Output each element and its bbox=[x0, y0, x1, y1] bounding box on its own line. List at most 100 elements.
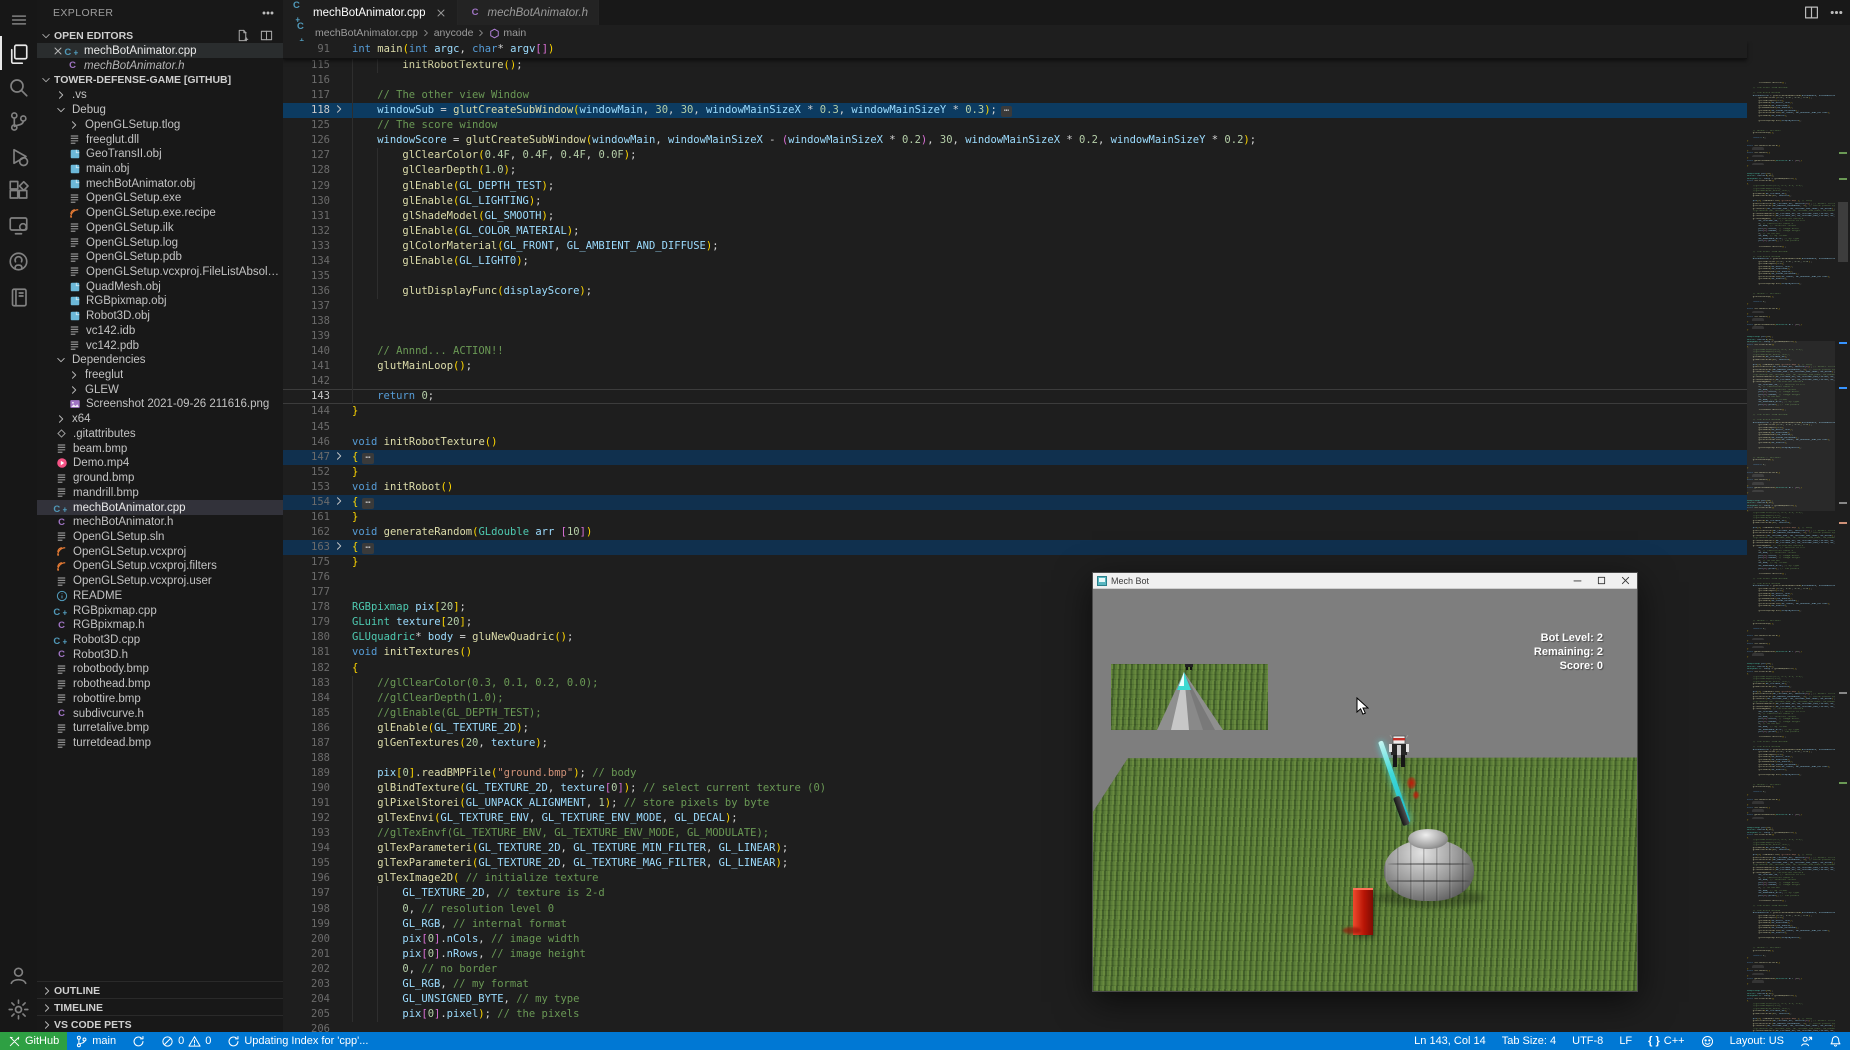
code-line[interactable]: 136glutDisplayFunc(displayScore); bbox=[283, 284, 1747, 299]
views-and-more-actions-icon[interactable] bbox=[261, 6, 275, 20]
tree-item[interactable]: GeoTransII.obj bbox=[37, 147, 283, 162]
tab-mechBotAnimator.h[interactable]: CmechBotAnimator.h bbox=[458, 0, 600, 25]
tree-item[interactable]: Screenshot 2021-09-26 211616.png bbox=[37, 397, 283, 412]
code-line[interactable]: 129glEnable(GL_DEPTH_TEST); bbox=[283, 179, 1747, 194]
code-line[interactable]: 118windowSub = glutCreateSubWindow(windo… bbox=[283, 103, 1747, 118]
tree-item[interactable]: vc142.pdb bbox=[37, 338, 283, 353]
tree-item[interactable]: main.obj bbox=[37, 162, 283, 177]
tree-item[interactable]: OpenGLSetup.vcxproj.FileListAbsolute.txt bbox=[37, 265, 283, 280]
code-line[interactable]: 128glClearDepth(1.0); bbox=[283, 163, 1747, 178]
folding-chevron-icon[interactable] bbox=[333, 495, 345, 507]
tree-item[interactable]: robottire.bmp bbox=[37, 692, 283, 707]
breadcrumb-item[interactable]: main bbox=[503, 27, 526, 39]
tree-item[interactable]: freeglut.dll bbox=[37, 132, 283, 147]
code-line[interactable]: 147{⋯ bbox=[283, 450, 1747, 465]
code-line[interactable]: 204GL_UNSIGNED_BYTE, // my type bbox=[283, 992, 1747, 1007]
tree-item[interactable]: beam.bmp bbox=[37, 441, 283, 456]
status-keyboard-layout[interactable]: Layout: US bbox=[1722, 1032, 1792, 1050]
status-branch[interactable]: main bbox=[67, 1032, 124, 1050]
code-line[interactable]: 135 bbox=[283, 269, 1747, 284]
status-notifications[interactable] bbox=[1821, 1032, 1850, 1050]
close-icon[interactable] bbox=[435, 7, 447, 19]
tree-item[interactable]: QuadMesh.obj bbox=[37, 279, 283, 294]
activity-account[interactable] bbox=[0, 958, 37, 992]
panel-outline[interactable]: OUTLINE bbox=[37, 981, 283, 999]
game-window-title-bar[interactable]: Mech Bot bbox=[1093, 573, 1637, 589]
tree-item[interactable]: GLEW bbox=[37, 382, 283, 397]
tree-item[interactable]: OpenGLSetup.vcxproj bbox=[37, 544, 283, 559]
tree-item[interactable]: CRGBpixmap.h bbox=[37, 618, 283, 633]
code-line[interactable]: 139 bbox=[283, 329, 1747, 344]
scrollbar-thumb[interactable] bbox=[1838, 202, 1848, 262]
code-line[interactable]: 130glEnable(GL_LIGHTING); bbox=[283, 194, 1747, 209]
code-line[interactable]: 91int main(int argc, char* argv[]) bbox=[283, 41, 1747, 58]
tree-item[interactable]: .gitattributes bbox=[37, 427, 283, 442]
code-line[interactable]: 131glShadeModel(GL_SMOOTH); bbox=[283, 209, 1747, 224]
panel-vs-code-pets[interactable]: VS CODE PETS bbox=[37, 1015, 283, 1033]
activity-search[interactable] bbox=[0, 70, 37, 104]
code-line[interactable]: 175} bbox=[283, 555, 1747, 570]
activity-menu[interactable] bbox=[0, 3, 37, 37]
tree-item[interactable]: RGBpixmap.obj bbox=[37, 294, 283, 309]
tree-item[interactable]: C﹢RGBpixmap.cpp bbox=[37, 603, 283, 618]
code-line[interactable]: 138 bbox=[283, 314, 1747, 329]
tree-item[interactable]: Dependencies bbox=[37, 353, 283, 368]
status-eol[interactable]: LF bbox=[1611, 1032, 1640, 1050]
minimap-slider[interactable] bbox=[1747, 341, 1835, 511]
tree-item[interactable]: Debug bbox=[37, 103, 283, 118]
code-line[interactable]: 133glColorMaterial(GL_FRONT, GL_AMBIENT_… bbox=[283, 239, 1747, 254]
tree-item[interactable]: OpenGLSetup.exe.recipe bbox=[37, 206, 283, 221]
tree-item[interactable]: OpenGLSetup.pdb bbox=[37, 250, 283, 265]
breadcrumb-item[interactable]: mechBotAnimator.cpp bbox=[315, 27, 418, 39]
activity-run-debug[interactable] bbox=[0, 139, 37, 173]
tree-item[interactable]: robotbody.bmp bbox=[37, 662, 283, 677]
code-line[interactable]: 163{⋯ bbox=[283, 540, 1747, 555]
open-editor-item[interactable]: C﹢mechBotAnimator.cpp bbox=[37, 43, 283, 58]
tree-item[interactable]: OpenGLSetup.vcxproj.user bbox=[37, 574, 283, 589]
code-line[interactable]: 115initRobotTexture(); bbox=[283, 58, 1747, 73]
code-line[interactable]: 146void initRobotTexture() bbox=[283, 435, 1747, 450]
code-line[interactable]: 117// The other view Window bbox=[283, 88, 1747, 103]
tree-item[interactable]: OpenGLSetup.exe bbox=[37, 191, 283, 206]
close-icon[interactable] bbox=[1613, 573, 1637, 588]
tree-item[interactable]: turretdead.bmp bbox=[37, 736, 283, 751]
code-line[interactable]: 134glEnable(GL_LIGHT0); bbox=[283, 254, 1747, 269]
tree-item[interactable]: C﹢Robot3D.cpp bbox=[37, 633, 283, 648]
status-cursor-position[interactable]: Ln 143, Col 14 bbox=[1406, 1032, 1494, 1050]
tree-item[interactable]: vc142.idb bbox=[37, 324, 283, 339]
code-line[interactable]: 127glClearColor(0.4F, 0.4F, 0.4F, 0.0F); bbox=[283, 148, 1747, 163]
code-line[interactable]: 141glutMainLoop(); bbox=[283, 359, 1747, 374]
maximize-icon[interactable] bbox=[1589, 573, 1613, 588]
tree-item[interactable]: turretalive.bmp bbox=[37, 721, 283, 736]
tree-item[interactable]: Csubdivcurve.h bbox=[37, 706, 283, 721]
game-viewport[interactable]: Bot Level: 2Remaining: 2Score: 0 bbox=[1093, 589, 1637, 991]
code-line[interactable]: 145 bbox=[283, 420, 1747, 435]
folding-chevron-icon[interactable] bbox=[333, 540, 345, 552]
tree-item[interactable]: OpenGLSetup.ilk bbox=[37, 220, 283, 235]
status-feedback[interactable] bbox=[1693, 1032, 1722, 1050]
tree-item[interactable]: README bbox=[37, 588, 283, 603]
tree-item[interactable]: Demo.mp4 bbox=[37, 456, 283, 471]
code-line[interactable]: 154{⋯ bbox=[283, 495, 1747, 510]
status-remote-github[interactable]: GitHub bbox=[0, 1032, 67, 1050]
code-line[interactable]: 206 bbox=[283, 1022, 1747, 1032]
activity-extensions[interactable] bbox=[0, 173, 37, 207]
code-line[interactable]: 125// The score window bbox=[283, 118, 1747, 133]
code-line[interactable]: 152} bbox=[283, 465, 1747, 480]
tree-item[interactable]: .vs bbox=[37, 88, 283, 103]
code-line[interactable]: 205pix[0].pixel); // the pixels bbox=[283, 1007, 1747, 1022]
sticky-scroll-line[interactable]: 91int main(int argc, char* argv[]) bbox=[283, 41, 1747, 59]
code-line[interactable]: 116 bbox=[283, 73, 1747, 88]
code-line[interactable]: 144} bbox=[283, 404, 1747, 419]
code-line[interactable]: 132glEnable(GL_COLOR_MATERIAL); bbox=[283, 224, 1747, 239]
status-remote-open[interactable] bbox=[1792, 1032, 1821, 1050]
tree-item[interactable]: Robot3D.obj bbox=[37, 309, 283, 324]
tree-item[interactable]: OpenGLSetup.log bbox=[37, 235, 283, 250]
tree-item[interactable]: CmechBotAnimator.h bbox=[37, 515, 283, 530]
code-line[interactable]: 142 bbox=[283, 374, 1747, 389]
tree-item[interactable]: OpenGLSetup.vcxproj.filters bbox=[37, 559, 283, 574]
breadcrumb[interactable]: C﹢mechBotAnimator.cppanycodemain bbox=[283, 25, 1850, 41]
activity-explorer[interactable] bbox=[0, 36, 37, 70]
tree-item[interactable]: C﹢mechBotAnimator.cpp bbox=[37, 500, 283, 515]
status-encoding[interactable]: UTF-8 bbox=[1564, 1032, 1611, 1050]
